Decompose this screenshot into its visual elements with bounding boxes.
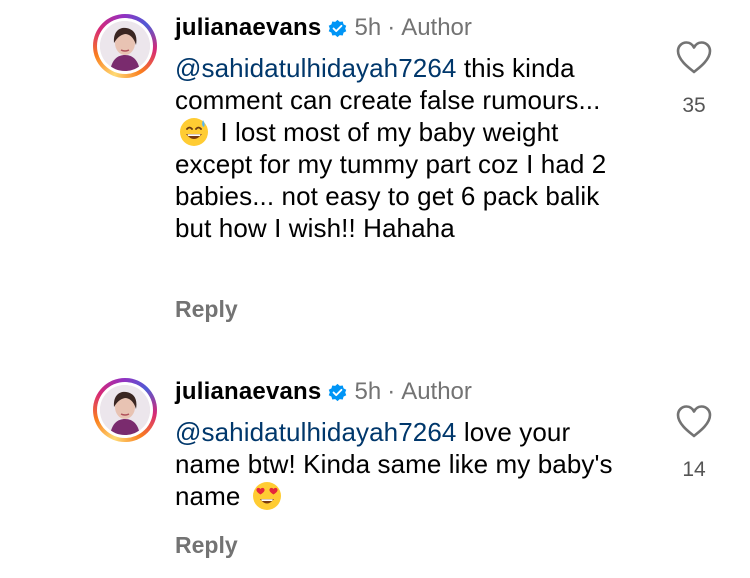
comment-header: julianaevans 5h · Author <box>175 13 472 43</box>
avatar[interactable] <box>93 14 157 78</box>
profile-photo <box>100 385 150 435</box>
comment-text-part: I lost most of my baby weight except for… <box>175 117 607 243</box>
separator-dot: · <box>387 14 396 41</box>
comment-header: julianaevans 5h · Author <box>175 377 472 407</box>
comment-text: @sahidatulhidayah7264 love your name btw… <box>175 416 635 512</box>
separator-dot: · <box>387 378 396 405</box>
author-label: Author <box>401 378 472 405</box>
profile-photo <box>100 21 150 71</box>
heart-eyes-emoji-icon <box>252 482 281 510</box>
reply-button[interactable]: Reply <box>175 532 238 559</box>
verified-badge-icon <box>329 19 347 37</box>
comment-text: @sahidatulhidayah7264 this kinda comment… <box>175 52 635 244</box>
sweat-smile-emoji-icon <box>180 118 208 146</box>
reply-button[interactable]: Reply <box>175 296 238 323</box>
heart-like-icon[interactable] <box>675 404 713 438</box>
timestamp: 5h <box>354 378 382 405</box>
timestamp: 5h <box>354 14 382 41</box>
like-count: 35 <box>682 94 706 117</box>
author-label: Author <box>401 14 472 41</box>
username[interactable]: julianaevans <box>175 378 321 406</box>
verified-badge-icon <box>329 383 347 401</box>
avatar[interactable] <box>93 378 157 442</box>
heart-like-icon[interactable] <box>675 40 713 74</box>
username[interactable]: julianaevans <box>175 14 321 42</box>
mention-link[interactable]: @sahidatulhidayah7264 <box>175 417 457 447</box>
mention-link[interactable]: @sahidatulhidayah7264 <box>175 53 457 83</box>
like-count: 14 <box>682 458 706 481</box>
